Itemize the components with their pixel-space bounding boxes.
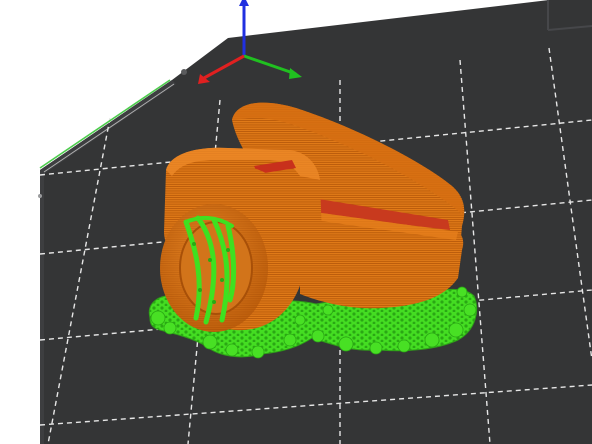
bed-corner-mark [181, 69, 187, 75]
3d-viewport[interactable] [0, 0, 592, 444]
